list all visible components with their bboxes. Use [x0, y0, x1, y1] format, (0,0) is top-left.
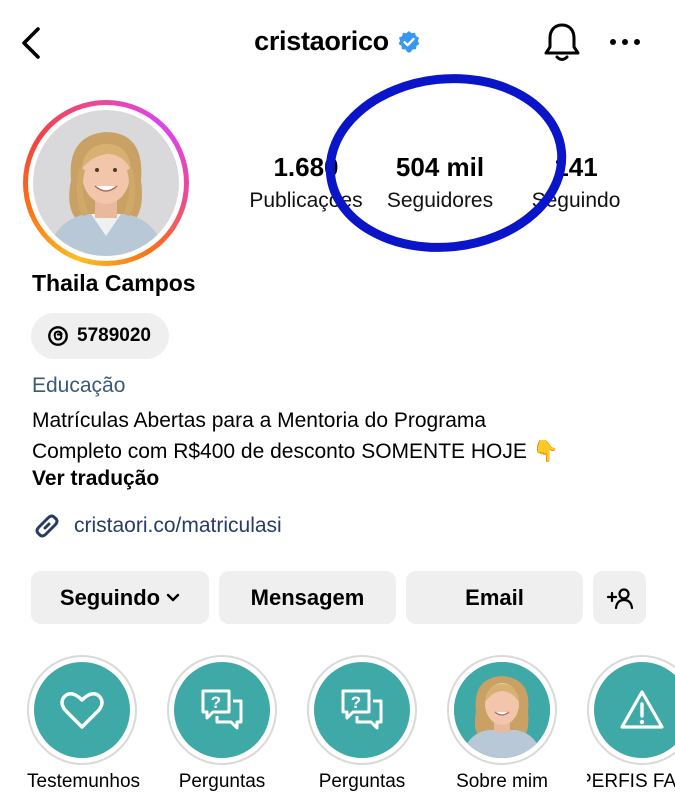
- threads-badge[interactable]: 5789020: [31, 313, 169, 359]
- email-button[interactable]: Email: [406, 571, 583, 624]
- question-chat-icon: ?: [201, 689, 243, 730]
- profile-link-text: cristaori.co/matriculasi: [74, 514, 282, 537]
- highlight-label: Testemunhos: [27, 771, 141, 792]
- display-name: Thaila Campos: [32, 270, 196, 296]
- bio: Matrículas Abertas para a Mentoria do Pr…: [32, 405, 662, 467]
- add-user-icon: [606, 587, 633, 609]
- svg-text:?: ?: [211, 693, 221, 712]
- stat-followers-label: Seguidores: [386, 189, 494, 212]
- stat-following-value: 141: [554, 152, 598, 182]
- highlight-label: PERFIS FA: [587, 771, 675, 792]
- message-button[interactable]: Mensagem: [219, 571, 396, 624]
- highlight-testemunhos[interactable]: Testemunhos: [27, 655, 141, 793]
- avatar: [33, 110, 179, 256]
- highlight-photo: [454, 662, 550, 758]
- warning-icon: [620, 690, 664, 729]
- highlight-label: Perguntas: [178, 771, 266, 792]
- highlight-perguntas-1[interactable]: ? Perguntas: [167, 655, 277, 793]
- stat-posts-label: Publicações: [249, 189, 363, 212]
- highlight-label: Sobre mim: [456, 771, 548, 792]
- bio-line: Matrículas Abertas para a Mentoria do Pr…: [32, 409, 487, 432]
- highlight-sobre-mim[interactable]: Sobre mim: [447, 655, 557, 793]
- profile-link[interactable]: cristaori.co/matriculasi: [32, 511, 282, 541]
- link-icon: [35, 514, 59, 538]
- stat-posts[interactable]: 1.680 Publicações: [238, 152, 374, 213]
- suggest-people-button[interactable]: [593, 571, 646, 624]
- avatar-story-ring[interactable]: [23, 100, 189, 266]
- bio-line: Completo com R$400 de desconto SOMENTE H…: [32, 440, 559, 463]
- stat-following-label: Seguindo: [531, 189, 621, 212]
- username: cristaorico: [254, 26, 389, 56]
- highlight-label: Perguntas: [318, 771, 406, 792]
- highlight-perguntas-2[interactable]: ? Perguntas: [307, 655, 417, 793]
- highlight-perfis-fake[interactable]: PERFIS FA: [587, 655, 675, 793]
- heart-icon: [60, 692, 104, 729]
- stat-followers-value: 504 mil: [395, 152, 485, 182]
- stat-following[interactable]: 141 Seguindo: [508, 152, 644, 213]
- more-options-icon[interactable]: [608, 34, 642, 50]
- verified-badge-icon: [398, 30, 420, 53]
- message-button-label: Mensagem: [250, 584, 365, 610]
- svg-text:?: ?: [351, 693, 361, 712]
- notification-bell-icon[interactable]: [542, 20, 582, 64]
- chevron-down-icon: [166, 593, 180, 601]
- stat-posts-value: 1.680: [273, 152, 339, 182]
- see-translation-link[interactable]: Ver tradução: [32, 467, 159, 491]
- threads-icon: [48, 326, 68, 346]
- question-chat-icon: ?: [341, 689, 383, 730]
- email-button-label: Email: [465, 584, 524, 610]
- profile-category: Educação: [32, 374, 126, 397]
- stat-followers[interactable]: 504 mil Seguidores: [372, 152, 508, 213]
- following-button-label: Seguindo: [59, 584, 161, 610]
- following-button[interactable]: Seguindo: [31, 571, 209, 624]
- threads-count: 5789020: [77, 325, 151, 346]
